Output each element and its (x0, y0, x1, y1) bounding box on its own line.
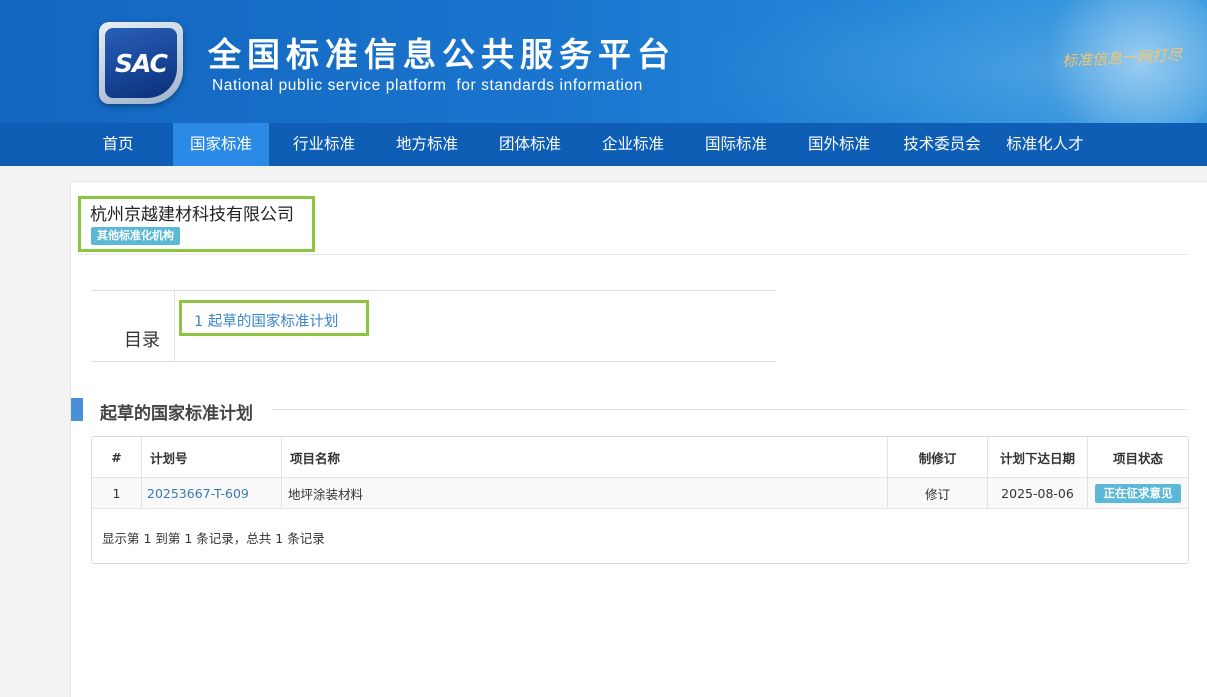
org-type-badge: 其他标准化机构 (91, 227, 180, 245)
column-header-project-name[interactable]: 项目名称 (290, 437, 880, 477)
section-divider (272, 409, 1188, 410)
row-divider (92, 508, 1188, 509)
nav-item-industry-standards[interactable]: 行业标准 (276, 123, 372, 166)
nav-item-group-standards[interactable]: 团体标准 (482, 123, 578, 166)
nav-item-international-standards[interactable]: 国际标准 (688, 123, 784, 166)
main-nav: 首页 国家标准 行业标准 地方标准 团体标准 企业标准 国际标准 国外标准 技术… (0, 123, 1207, 166)
column-divider (141, 437, 142, 508)
column-header-index[interactable]: # (92, 437, 141, 477)
pagination-info: 显示第 1 到第 1 条记录，总共 1 条记录 (102, 531, 325, 546)
nav-item-standardization-talent[interactable]: 标准化人才 (997, 123, 1093, 166)
section-marker (71, 398, 83, 421)
section-title: 起草的国家标准计划 (100, 404, 253, 424)
table-cell-project-name: 地坪涂装材料 (288, 486, 364, 502)
toc-label: 目录 (124, 330, 160, 351)
column-header-revision-type[interactable]: 制修订 (888, 437, 987, 477)
divider (78, 254, 1188, 255)
sac-logo[interactable]: SAC (99, 22, 183, 104)
logo-text: SAC (115, 48, 168, 78)
logo-inner: SAC (105, 28, 177, 98)
column-header-status[interactable]: 项目状态 (1088, 437, 1188, 477)
site-title: 全国标准信息公共服务平台 (208, 35, 676, 74)
nav-item-technical-committees[interactable]: 技术委员会 (894, 123, 990, 166)
nav-item-local-standards[interactable]: 地方标准 (379, 123, 475, 166)
status-badge: 正在征求意见 (1095, 484, 1181, 503)
nav-item-foreign-standards[interactable]: 国外标准 (791, 123, 887, 166)
column-header-issue-date[interactable]: 计划下达日期 (988, 437, 1087, 477)
table-cell-issue-date: 2025-08-06 (1001, 485, 1074, 501)
org-name: 杭州京越建材科技有限公司 (90, 205, 294, 225)
nav-item-enterprise-standards[interactable]: 企业标准 (585, 123, 681, 166)
toc-link-drafted-plans[interactable]: 1 起草的国家标准计划 (194, 310, 338, 331)
column-header-plan-no[interactable]: 计划号 (150, 437, 280, 477)
table-cell-index: 1 (112, 485, 121, 501)
table-cell-revision-type: 修订 (924, 486, 950, 502)
column-divider (281, 437, 282, 508)
site-subtitle: National public service platform for sta… (212, 77, 643, 94)
nav-item-home[interactable]: 首页 (84, 123, 152, 166)
nav-item-national-standards[interactable]: 国家标准 (173, 123, 269, 166)
table-cell-plan-no-link[interactable]: 20253667-T-609 (147, 478, 281, 508)
